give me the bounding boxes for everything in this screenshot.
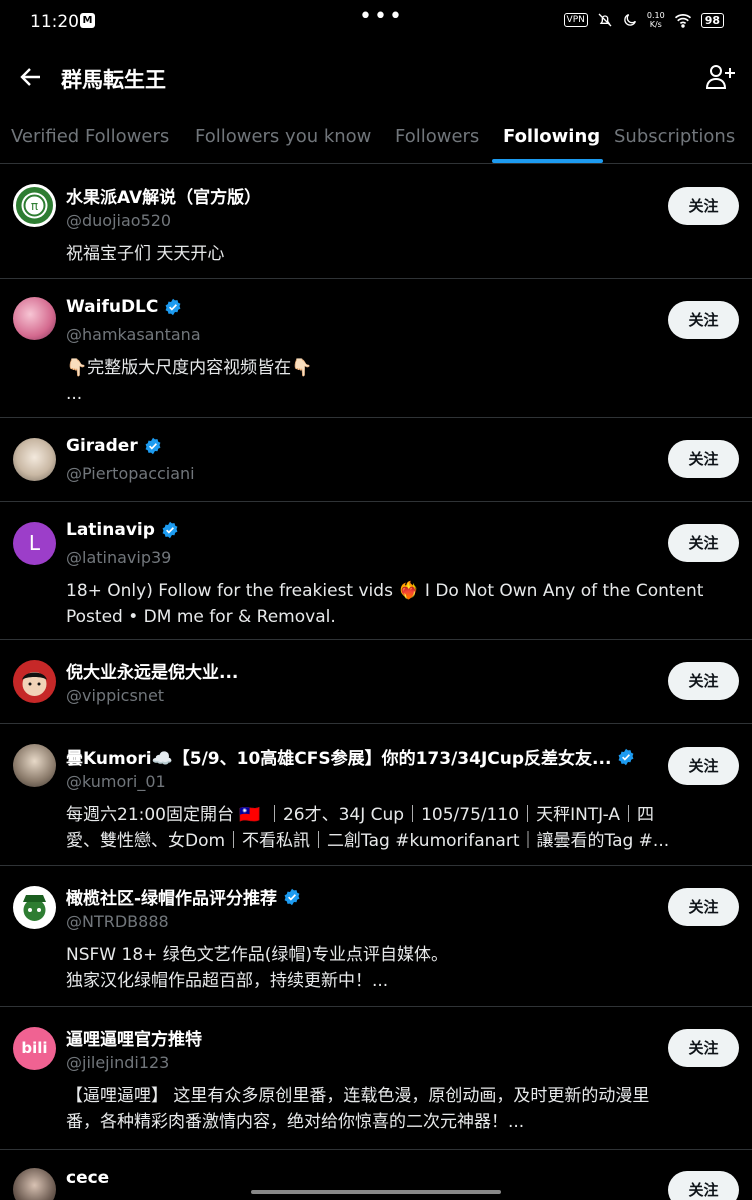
list-item[interactable]: 倪大业永远是倪大业... @vippicsnet 关注: [0, 640, 752, 724]
user-name[interactable]: WaifuDLC: [66, 297, 158, 317]
more-dots-icon: •••: [359, 4, 404, 29]
user-handle: @kumori_01: [66, 772, 166, 791]
verified-badge-icon: [145, 437, 161, 455]
list-item[interactable]: L Latinavip @latinavip39 18+ Only) Follo…: [0, 502, 752, 640]
list-item[interactable]: 曇Kumori☁️【5/9、10高雄CFS参展】你的173/34JCup反差女友…: [0, 724, 752, 866]
follow-button[interactable]: 关注: [668, 524, 739, 562]
user-handle: @jilejindi123: [66, 1053, 170, 1072]
avatar[interactable]: L: [13, 522, 56, 565]
mute-icon: [598, 13, 612, 27]
list-item[interactable]: 橄榄社区-绿帽作品评分推荐 @NTRDB888 NSFW 18+ 绿色文艺作品(…: [0, 866, 752, 1007]
back-arrow-icon[interactable]: [16, 62, 46, 92]
user-handle: @hamkasantana: [66, 325, 201, 344]
avatar[interactable]: [13, 438, 56, 481]
following-list: π 水果派AV解说（官方版） @duojiao520 祝福宝子们 天天开心 关注…: [0, 165, 752, 1200]
tab-verified-followers[interactable]: Verified Followers: [11, 126, 169, 147]
user-bio: 祝福宝子们 天天开心: [66, 244, 225, 264]
list-item[interactable]: Girader @Piertopacciani 关注: [0, 418, 752, 502]
user-bio: 每週六21:00固定開台 🇹🇼 ｜26才、34J Cup｜105/75/110｜…: [66, 805, 670, 851]
follow-button[interactable]: 关注: [668, 1171, 739, 1200]
verified-badge-icon: [618, 748, 634, 765]
user-bio: 18+ Only) Follow for the freakiest vids …: [66, 581, 704, 627]
status-time: 11:20: [30, 12, 79, 32]
home-indicator[interactable]: [251, 1190, 501, 1194]
user-handle: @latinavip39: [66, 548, 172, 567]
user-handle: @Piertopacciani: [66, 464, 195, 483]
follow-button[interactable]: 关注: [668, 662, 739, 700]
user-bio: 👇🏻完整版大尺度内容视频皆在👇🏻 ...: [66, 358, 313, 404]
avatar[interactable]: [13, 1168, 56, 1200]
user-name[interactable]: 倪大业永远是倪大业...: [66, 658, 238, 683]
moon-icon: [624, 14, 636, 26]
user-name[interactable]: Girader: [66, 436, 138, 456]
tab-subscriptions[interactable]: Subscriptions: [614, 126, 735, 147]
wifi-icon: [674, 14, 691, 28]
avatar[interactable]: π: [13, 184, 56, 227]
verified-badge-icon: [165, 298, 181, 316]
tab-bar: Verified Followers Followers you know Fo…: [0, 112, 752, 164]
network-speed: 0.10 K/s: [646, 11, 665, 29]
list-item[interactable]: bili 逼哩逼哩官方推特 @jilejindi123 【逼哩逼哩】 这里有众多…: [0, 1007, 752, 1150]
follow-button[interactable]: 关注: [668, 888, 739, 926]
active-tab-indicator: [492, 159, 603, 163]
avatar[interactable]: bili: [13, 1027, 56, 1070]
list-item[interactable]: WaifuDLC @hamkasantana 👇🏻完整版大尺度内容视频皆在👇🏻 …: [0, 279, 752, 418]
avatar[interactable]: [13, 297, 56, 340]
verified-badge-icon: [284, 888, 300, 905]
list-item[interactable]: π 水果派AV解说（官方版） @duojiao520 祝福宝子们 天天开心 关注: [0, 165, 752, 279]
page-title: 群馬転生王: [61, 68, 166, 92]
tab-followers[interactable]: Followers: [395, 126, 479, 147]
verified-badge-icon: [162, 521, 178, 539]
user-handle: @vippicsnet: [66, 686, 165, 705]
svg-text:π: π: [31, 199, 38, 213]
user-name[interactable]: 逼哩逼哩官方推特: [66, 1025, 202, 1050]
follow-button[interactable]: 关注: [668, 1029, 739, 1067]
follow-button[interactable]: 关注: [668, 301, 739, 339]
user-handle: @duojiao520: [66, 211, 172, 230]
vpn-icon: VPN: [563, 13, 588, 27]
user-name[interactable]: 曇Kumori☁️【5/9、10高雄CFS参展】你的173/34JCup反差女友…: [66, 744, 611, 769]
status-bar: 11:20 M ••• VPN 0.10 K/s 98: [0, 0, 752, 44]
user-handle: @NTRDB888: [66, 912, 169, 931]
tab-followers-you-know[interactable]: Followers you know: [195, 126, 371, 147]
follow-button[interactable]: 关注: [668, 187, 739, 225]
avatar[interactable]: [13, 660, 56, 703]
follow-button[interactable]: 关注: [668, 440, 739, 478]
user-name[interactable]: cece: [66, 1168, 109, 1188]
user-name[interactable]: Latinavip: [66, 520, 155, 540]
user-name[interactable]: 橄榄社区-绿帽作品评分推荐: [66, 884, 277, 909]
tab-following[interactable]: Following: [503, 126, 600, 147]
user-bio: 【逼哩逼哩】 这里有众多原创里番，连载色漫，原创动画，及时更新的动漫里 番，各种…: [66, 1086, 650, 1132]
gmail-notification-icon: M: [80, 13, 95, 28]
avatar[interactable]: [13, 744, 56, 787]
top-app-bar: 群馬転生王: [0, 44, 752, 112]
user-bio: NSFW 18+ 绿色文艺作品(绿帽)专业点评自媒体。 独家汉化绿帽作品超百部，…: [66, 945, 449, 991]
add-user-icon[interactable]: [704, 62, 736, 92]
avatar[interactable]: [13, 886, 56, 929]
follow-button[interactable]: 关注: [668, 747, 739, 785]
user-name[interactable]: 水果派AV解说（官方版）: [66, 183, 261, 208]
battery-icon: 98: [700, 12, 724, 28]
